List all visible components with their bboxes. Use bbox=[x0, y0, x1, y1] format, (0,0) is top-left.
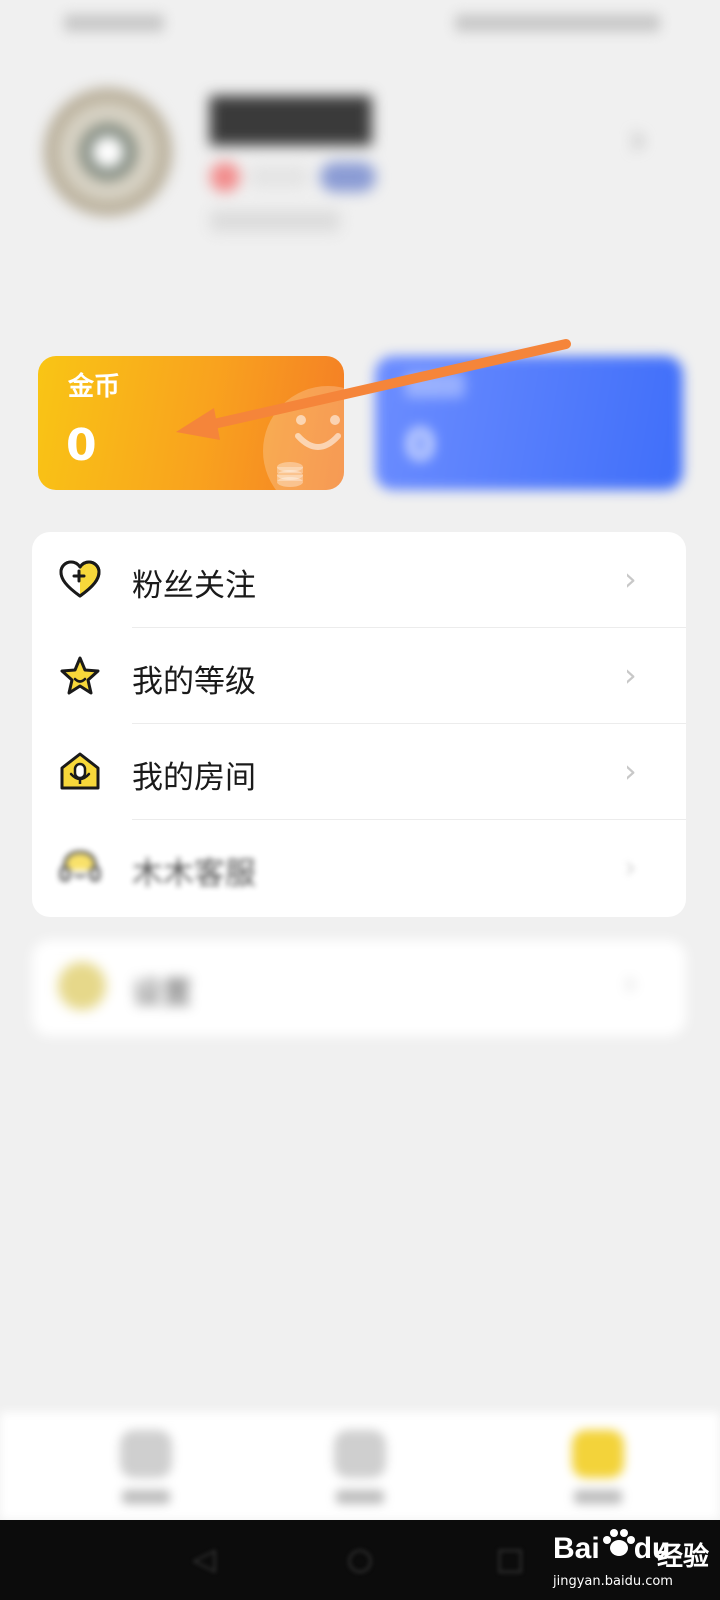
settings-label: 设置 bbox=[132, 976, 192, 1011]
profile-header[interactable]: █████ › bbox=[0, 80, 720, 260]
watermark-jingyan: 经验 bbox=[657, 1542, 710, 1572]
coin-stack-icon bbox=[277, 462, 303, 487]
tab-label bbox=[122, 1490, 170, 1504]
tab-messages[interactable] bbox=[290, 1430, 430, 1520]
avatar[interactable] bbox=[44, 88, 172, 216]
gold-coin-title: 金币 bbox=[68, 372, 121, 402]
chevron-right-icon: › bbox=[624, 752, 637, 790]
menu-item-label: 木木客服 bbox=[132, 856, 256, 892]
menu-item-settings[interactable]: 设置 › bbox=[32, 940, 686, 1036]
home-icon bbox=[120, 1430, 172, 1478]
tab-label bbox=[336, 1490, 384, 1504]
level-badge bbox=[250, 166, 308, 188]
bottom-tab-bar bbox=[0, 1412, 720, 1520]
blue-card-title bbox=[405, 372, 465, 398]
back-icon[interactable]: ◁ bbox=[186, 1542, 222, 1578]
menu-item-fans-follow[interactable]: 粉丝关注 › bbox=[32, 532, 686, 628]
chevron-right-icon: › bbox=[624, 848, 637, 886]
user-id bbox=[210, 210, 340, 232]
status-bar bbox=[0, 0, 720, 50]
gender-badge bbox=[210, 162, 240, 192]
tab-label bbox=[574, 1490, 622, 1504]
baidu-jingyan-watermark: Bai du 经验 jingyan.baidu.com bbox=[545, 1528, 715, 1592]
chevron-right-icon: › bbox=[624, 560, 637, 598]
tab-me[interactable] bbox=[528, 1430, 668, 1520]
chevron-right-icon: › bbox=[624, 656, 637, 694]
signal-icon bbox=[64, 14, 164, 32]
heart-plus-icon bbox=[59, 560, 101, 598]
menu-item-my-level[interactable]: 我的等级 › bbox=[32, 628, 686, 724]
menu-item-label: 粉丝关注 bbox=[132, 568, 256, 604]
star-icon bbox=[60, 656, 100, 695]
baidu-paw-icon bbox=[603, 1529, 635, 1556]
home-button-icon[interactable]: ○ bbox=[342, 1542, 378, 1578]
message-icon bbox=[334, 1430, 386, 1478]
home-mic-icon bbox=[60, 752, 100, 790]
blue-balance-card[interactable]: 0 bbox=[375, 356, 683, 490]
profile-chevron-icon[interactable]: › bbox=[630, 120, 670, 160]
menu-item-label: 我的房间 bbox=[132, 760, 256, 796]
blue-card-balance: 0 bbox=[405, 420, 436, 471]
recents-icon[interactable]: □ bbox=[492, 1542, 528, 1578]
tab-home[interactable] bbox=[76, 1430, 216, 1520]
chevron-right-icon: › bbox=[624, 964, 637, 1002]
gold-coin-balance: 0 bbox=[66, 420, 97, 471]
headset-icon bbox=[59, 850, 101, 882]
menu-item-label: 我的等级 bbox=[132, 664, 256, 700]
profile-icon bbox=[572, 1430, 624, 1478]
battery-icon bbox=[455, 14, 660, 32]
vip-badge bbox=[320, 162, 376, 192]
gold-coin-card[interactable]: 金币 0 bbox=[38, 356, 344, 490]
menu-item-customer-service[interactable]: 木木客服 › bbox=[32, 820, 686, 916]
watermark-url: jingyan.baidu.com bbox=[553, 1574, 673, 1589]
settings-icon bbox=[58, 962, 106, 1010]
menu-item-my-room[interactable]: 我的房间 › bbox=[32, 724, 686, 820]
username: █████ bbox=[210, 96, 372, 145]
menu-list: 粉丝关注 › 我的等级 › 我的房间 › 木木客服 › bbox=[32, 532, 686, 917]
